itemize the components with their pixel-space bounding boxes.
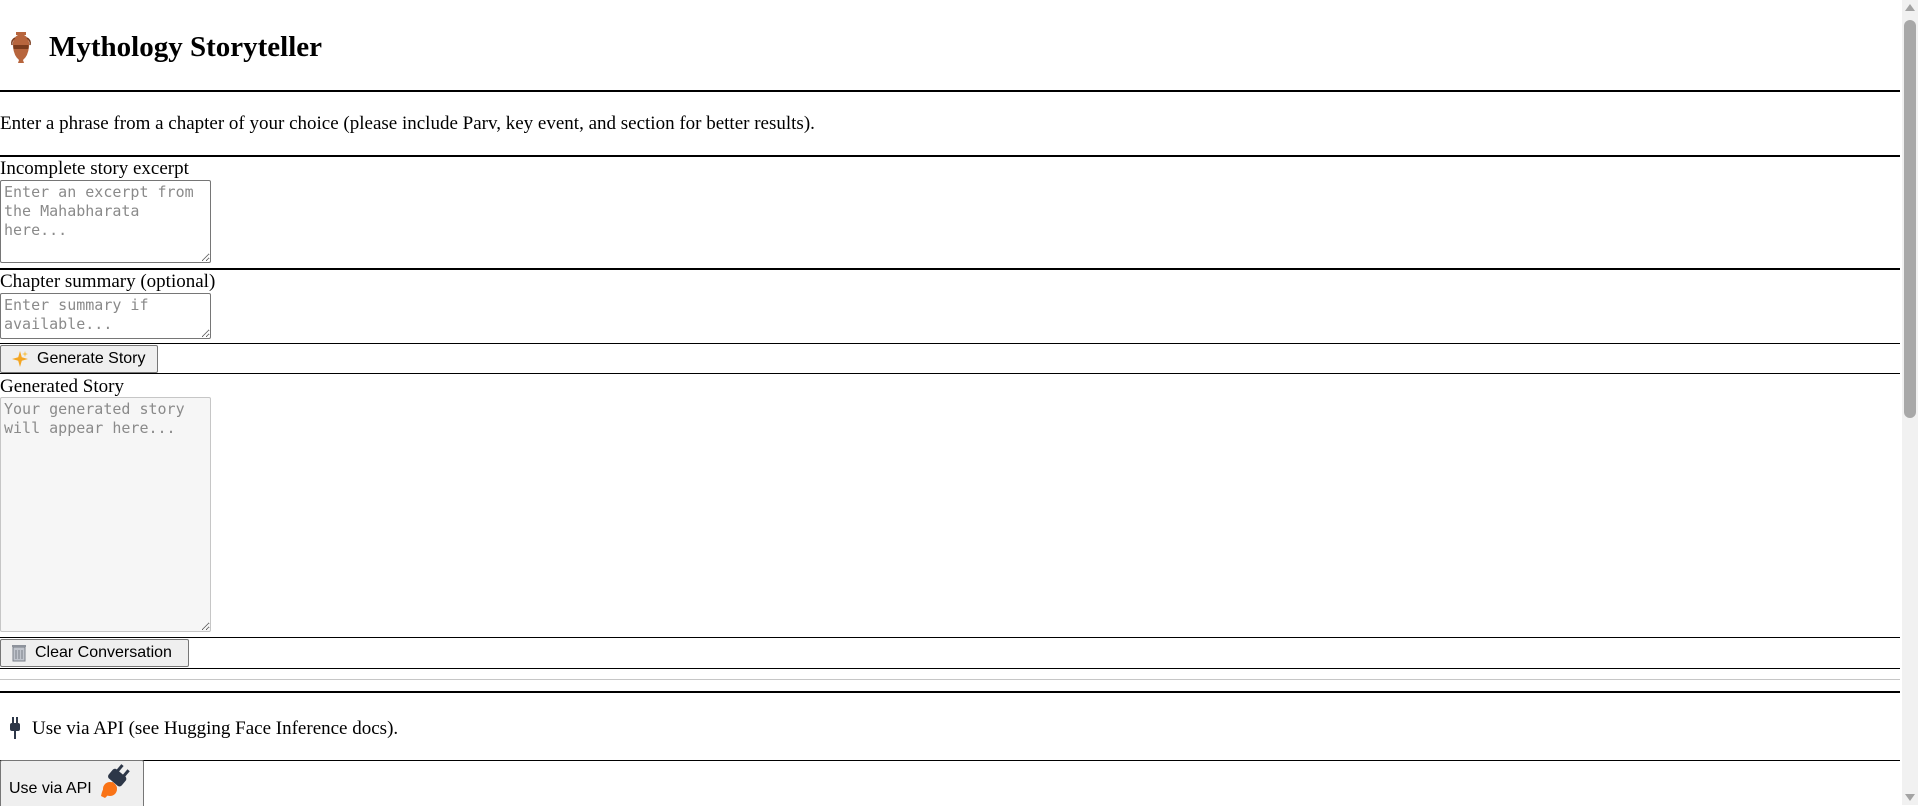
divider: [0, 343, 1900, 344]
divider: [0, 668, 1900, 669]
plug-icon: [100, 764, 130, 798]
divider: [0, 760, 1900, 761]
excerpt-label: Incomplete story excerpt: [0, 158, 189, 179]
divider: [0, 637, 1900, 638]
divider: [0, 155, 1900, 157]
generate-story-label: Generate Story: [37, 350, 146, 367]
use-via-api-button[interactable]: Use via API: [0, 760, 144, 806]
amphora-icon: [11, 32, 31, 63]
scrollbar-thumb[interactable]: [1904, 20, 1916, 418]
sparkles-icon: [12, 351, 28, 367]
wastebasket-icon: [12, 645, 26, 662]
generate-story-button[interactable]: Generate Story: [0, 345, 158, 373]
divider: [0, 691, 1900, 693]
divider: [0, 90, 1900, 92]
api-note: Use via API (see Hugging Face Inference …: [32, 718, 399, 739]
summary-label: Chapter summary (optional): [0, 271, 216, 292]
divider: [0, 679, 1900, 680]
summary-input[interactable]: [0, 293, 211, 339]
divider: [0, 268, 1900, 270]
scroll-down-arrow-icon[interactable]: [1904, 793, 1916, 803]
generated-story-label: Generated Story: [0, 376, 124, 397]
plug-icon: [10, 717, 20, 739]
generated-story-output[interactable]: [0, 397, 211, 632]
clear-conversation-label: Clear Conversation: [35, 644, 172, 661]
page-title: Mythology Storyteller: [49, 31, 323, 63]
divider: [0, 373, 1900, 374]
excerpt-input[interactable]: [0, 180, 211, 263]
instructions-text: Enter a phrase from a chapter of your ch…: [0, 113, 815, 134]
use-via-api-label: Use via API: [9, 780, 92, 797]
clear-conversation-button[interactable]: Clear Conversation: [0, 639, 189, 667]
scroll-up-arrow-icon[interactable]: [1904, 2, 1916, 12]
